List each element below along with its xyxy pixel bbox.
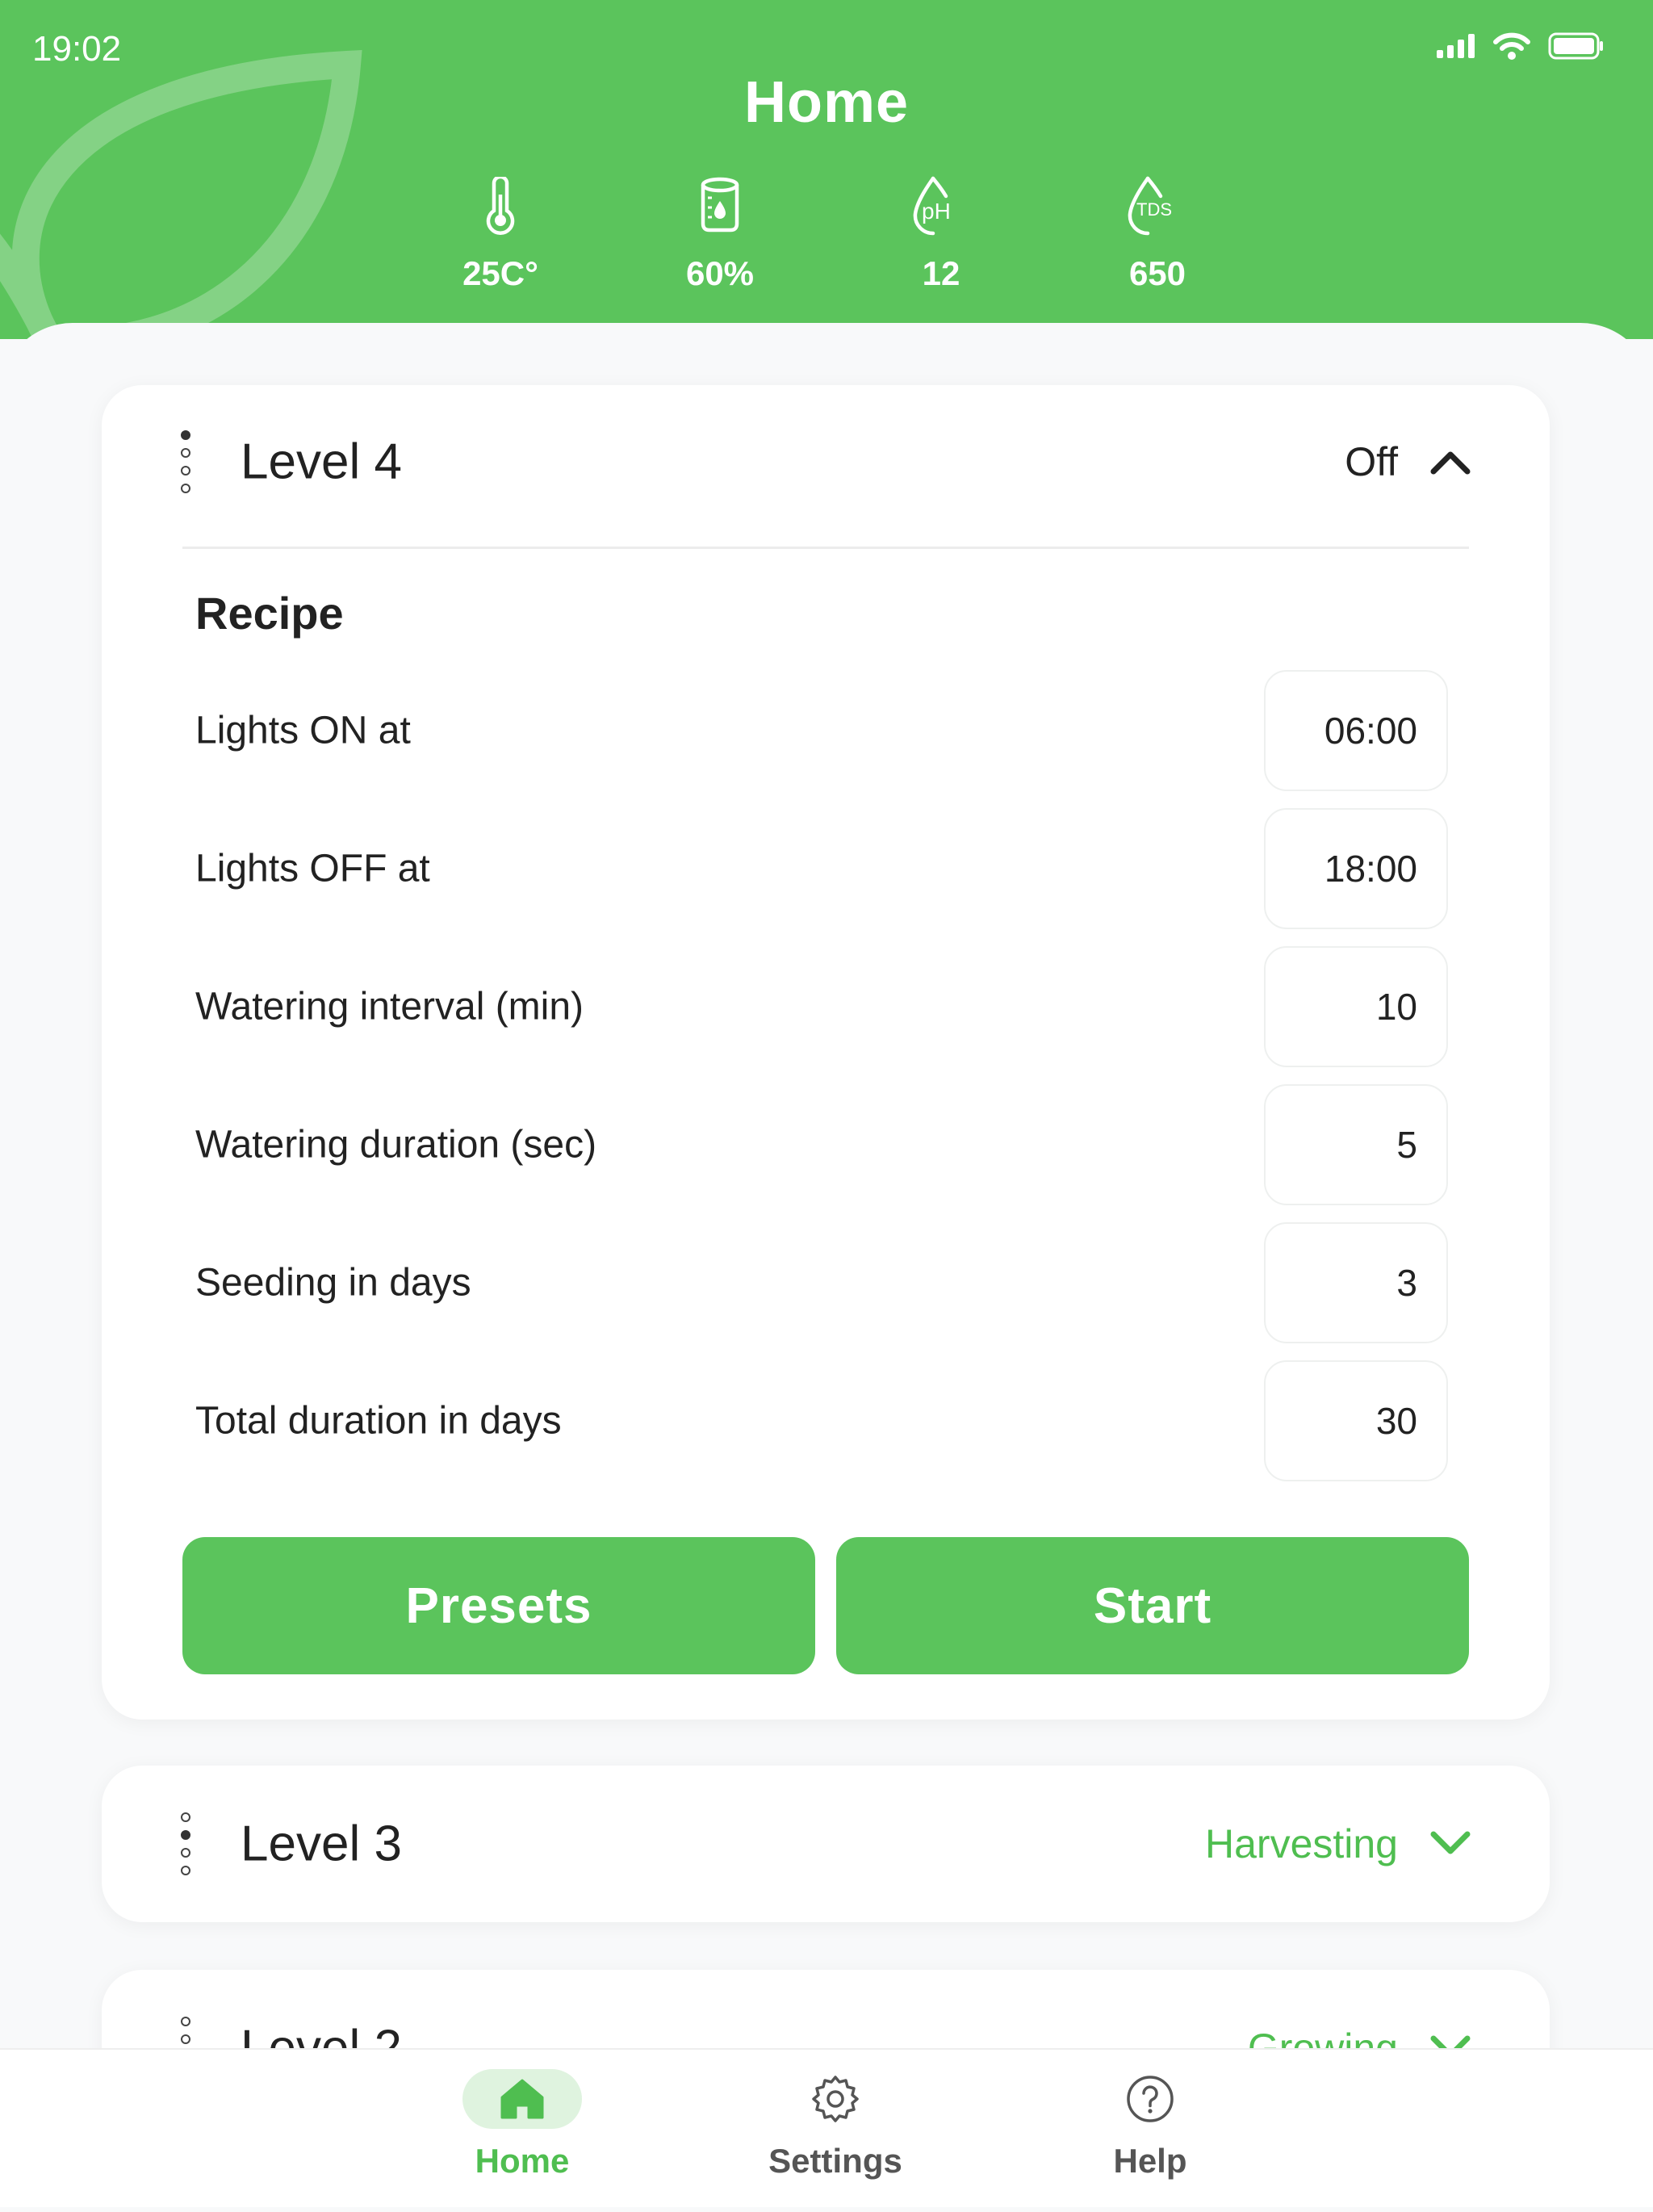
- page-title: Home: [743, 70, 910, 135]
- gear-icon: [812, 2076, 859, 2122]
- tds-drop-icon: TDS: [1128, 176, 1172, 236]
- cellular-signal-icon: [1437, 34, 1475, 58]
- temperature-value: 25C°: [462, 254, 538, 292]
- tab-settings[interactable]: Settings: [714, 2069, 956, 2181]
- recipe-row-seeding-days: Seeding in days 3: [195, 1222, 1448, 1343]
- chevron-down-icon[interactable]: [1430, 1831, 1471, 1857]
- tab-label: Settings: [768, 2142, 902, 2180]
- chevron-up-icon[interactable]: [1430, 449, 1471, 475]
- recipe-row-total-duration: Total duration in days 30: [195, 1360, 1448, 1481]
- row-label: Watering interval (min): [195, 985, 584, 1028]
- row-label: Total duration in days: [195, 1399, 562, 1443]
- status-time: 19:02: [32, 29, 122, 69]
- level-indicator-icon: [181, 430, 190, 493]
- tab-label: Help: [1113, 2142, 1187, 2180]
- water-tank-icon: [701, 177, 739, 233]
- row-label: Lights ON at: [195, 709, 411, 752]
- recipe-row-lights-on: Lights ON at 06:00: [195, 670, 1448, 791]
- home-icon: [500, 2079, 544, 2119]
- metric-temperature: 25C°: [428, 174, 573, 293]
- level-4-header[interactable]: Level 4 Off: [102, 385, 1550, 538]
- watering-duration-input[interactable]: 5: [1264, 1084, 1448, 1205]
- level-status: Harvesting: [1205, 1821, 1398, 1866]
- tab-label: Home: [475, 2142, 570, 2180]
- row-label: Watering duration (sec): [195, 1123, 597, 1167]
- level-indicator-icon: [181, 1812, 190, 1875]
- svg-text:TDS: TDS: [1136, 199, 1172, 220]
- lights-on-input[interactable]: 06:00: [1264, 670, 1448, 791]
- level-title: Level 3: [241, 1816, 402, 1872]
- tab-bar: Home Settings Help: [0, 2048, 1653, 2207]
- app-header: 19:02 Home 25C° 60% pH 12 TDS 650: [0, 0, 1653, 339]
- level-3-header[interactable]: Level 3 Harvesting: [102, 1766, 1550, 1922]
- row-label: Lights OFF at: [195, 847, 430, 890]
- recipe-row-watering-duration: Watering duration (sec) 5: [195, 1084, 1448, 1205]
- wifi-icon: [1493, 32, 1530, 60]
- lights-off-input[interactable]: 18:00: [1264, 808, 1448, 929]
- recipe-row-lights-off: Lights OFF at 18:00: [195, 808, 1448, 929]
- battery-icon: [1548, 32, 1603, 60]
- recipe-row-watering-interval: Watering interval (min) 10: [195, 946, 1448, 1067]
- ph-value: 12: [922, 254, 960, 292]
- metric-ph: pH 12: [868, 174, 1014, 293]
- level-card-4: Level 4 Off Recipe Lights ON at 06:00 Li…: [102, 385, 1550, 1720]
- recipe-title: Recipe: [195, 588, 344, 639]
- metric-water-level: 60%: [647, 174, 793, 293]
- tab-home[interactable]: Home: [401, 2069, 643, 2181]
- level-card-3[interactable]: Level 3 Harvesting: [102, 1766, 1550, 1922]
- tab-help[interactable]: Help: [1029, 2069, 1271, 2181]
- svg-text:pH: pH: [922, 199, 951, 224]
- divider: [182, 547, 1469, 549]
- status-icons: [1437, 32, 1605, 60]
- ph-drop-icon: pH: [913, 176, 951, 236]
- total-duration-input[interactable]: 30: [1264, 1360, 1448, 1481]
- active-tab-pill: [462, 2069, 582, 2129]
- start-button[interactable]: Start: [836, 1537, 1469, 1674]
- level-status: Off: [1345, 439, 1398, 484]
- row-label: Seeding in days: [195, 1261, 471, 1305]
- water-level-value: 60%: [685, 254, 755, 292]
- tds-value: 650: [1128, 254, 1186, 292]
- presets-button[interactable]: Presets: [182, 1537, 815, 1674]
- watering-interval-input[interactable]: 10: [1264, 946, 1448, 1067]
- metric-tds: TDS 650: [1085, 174, 1230, 293]
- level-title: Level 4: [241, 434, 402, 490]
- thermometer-icon: [486, 177, 515, 235]
- seeding-days-input[interactable]: 3: [1264, 1222, 1448, 1343]
- help-circle-icon: [1127, 2076, 1174, 2122]
